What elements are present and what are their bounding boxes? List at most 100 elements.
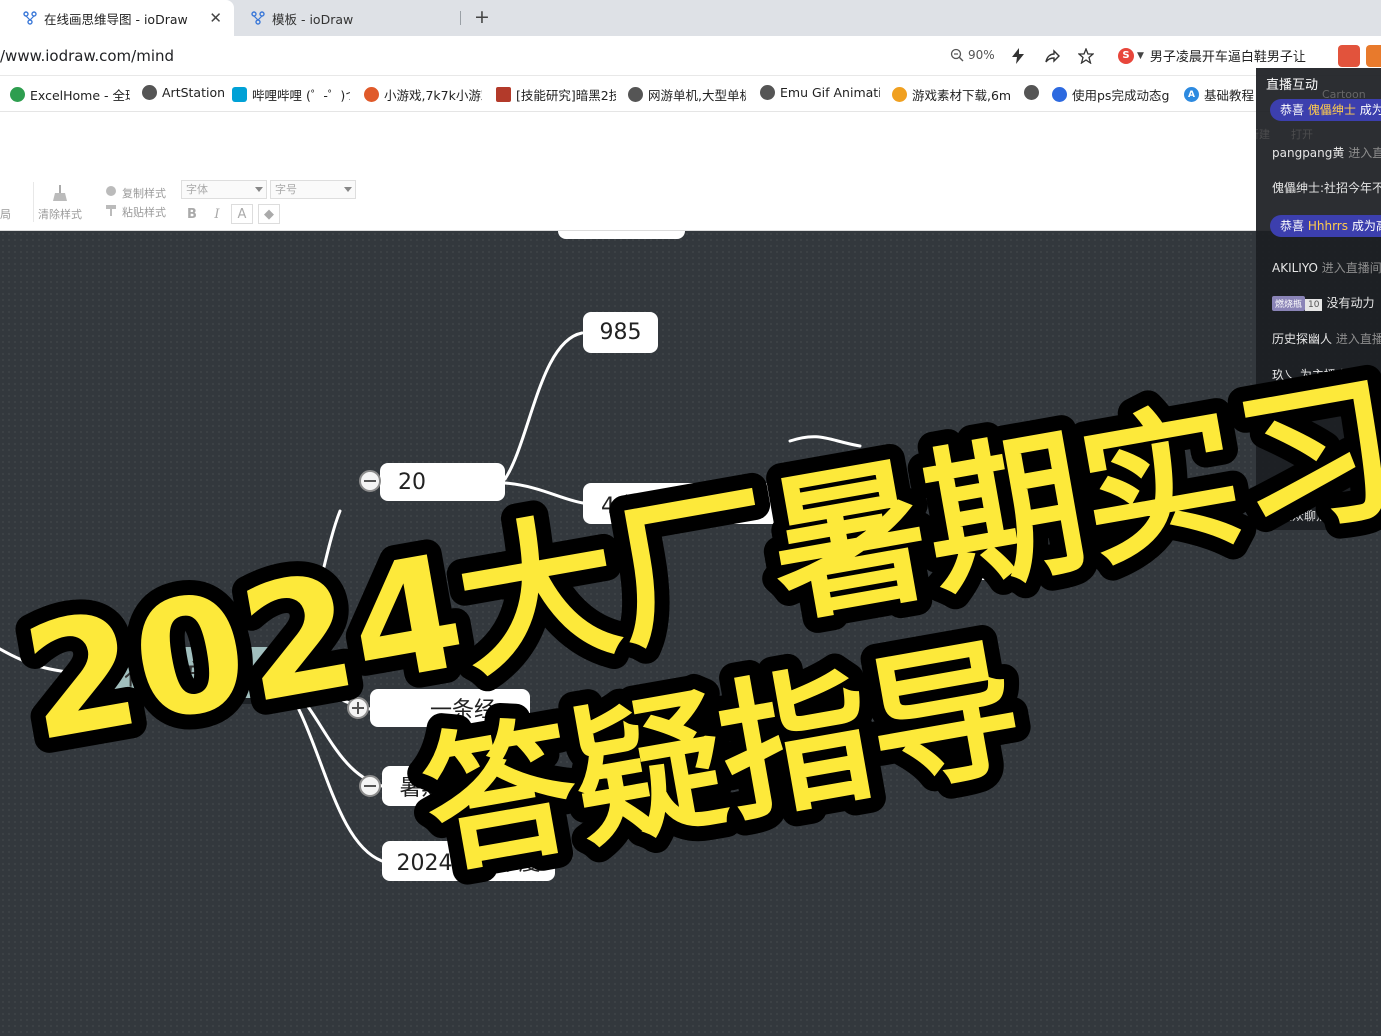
- chat-text: 社招今年不: [1324, 181, 1381, 195]
- zoom-indicator[interactable]: 90%: [950, 48, 995, 62]
- chat-text: 进入直播间: [1337, 404, 1381, 418]
- bookmark-label: 使用ps完成动态gi: [1072, 88, 1170, 103]
- paste-style-button[interactable]: 粘贴样式: [104, 203, 170, 221]
- chat-message: 傀儡绅士:社招今年不: [1272, 179, 1381, 196]
- chat-username: 咯柚好痕: [1272, 440, 1321, 454]
- chat-banner-suffix: 成为高: [1351, 219, 1381, 233]
- chat-banner-prefix: 恭喜: [1280, 103, 1305, 117]
- chat-username: pangpang黄: [1272, 146, 1345, 160]
- bookmark-label: 网游单机,大型单机: [648, 88, 746, 103]
- star-icon[interactable]: [1076, 46, 1096, 66]
- bold-button[interactable]: B: [181, 204, 203, 224]
- mindmap-root-node[interactable]: 社招方面: [86, 647, 274, 698]
- mindmap-node[interactable]: 4个月在: [583, 483, 783, 524]
- mindmap-node[interactable]: 暑期实习: [382, 766, 505, 806]
- search-engine-icon: S: [1118, 47, 1134, 64]
- chat-username: AKILIYO: [1272, 261, 1318, 275]
- toolbar-divider: [33, 182, 34, 222]
- chevron-down-icon: [255, 187, 263, 192]
- tab-label: 在线画思维导图 - ioDraw: [44, 11, 188, 27]
- lightning-icon[interactable]: [1008, 46, 1028, 66]
- font-color-button[interactable]: A: [231, 204, 253, 224]
- mindmap-node[interactable]: 不自信: [1052, 465, 1154, 506]
- bookmark-item[interactable]: A 基础教程: [1184, 85, 1256, 104]
- mindmap-edges: [0, 331, 1054, 863]
- mindmap-node-partial[interactable]: [558, 231, 685, 239]
- chat-input[interactable]: 和观众聊点什么吧 ~: [1256, 500, 1381, 530]
- chat-username: 玖乀: [1272, 368, 1297, 382]
- mindmap-node[interactable]: 大三: [576, 766, 656, 806]
- app-header: [0, 112, 1381, 178]
- mindmap-node[interactable]: 20: [380, 463, 505, 501]
- mindmap-node[interactable]: 2024社招难度: [382, 841, 555, 881]
- share-icon[interactable]: [1042, 46, 1062, 66]
- browser-tab-bar: 在线画思维导图 - ioDraw ✕ 模板 - ioDraw +: [0, 0, 1381, 36]
- bookmark-item[interactable]: ExcelHome - 全球: [10, 85, 130, 104]
- paint-icon: [106, 186, 116, 196]
- tab-label: 模板 - ioDraw: [272, 11, 354, 27]
- font-family-select[interactable]: 字体: [181, 180, 267, 199]
- avatar: [1298, 474, 1315, 491]
- bookmark-label: 基础教程: [1204, 88, 1255, 103]
- bookmark-item[interactable]: [技能研究]暗黑2技: [496, 85, 616, 104]
- mindmap-icon: [250, 10, 266, 26]
- chat-ghost-open: 打开: [1290, 128, 1313, 141]
- mindmap-node[interactable]: 期: [940, 541, 992, 580]
- address-bar: /www.iodraw.com/mind 90% S ▼ 男子凌晨开车逼白鞋男子…: [0, 36, 1381, 76]
- chat-banner-user: 傀儡绅士: [1307, 103, 1356, 117]
- mindmap-node[interactable]: 985: [583, 312, 658, 353]
- bookmarks-bar: ExcelHome - 全球 ArtStation 哔哩哔哩 (゜-゜)つ 小游…: [0, 76, 1381, 112]
- bookmark-item[interactable]: 哔哩哔哩 (゜-゜)つ: [232, 85, 350, 104]
- bookmark-item[interactable]: [1024, 85, 1044, 100]
- mindmap-icon: [22, 10, 38, 26]
- chat-banner-suffix: 成为: [1359, 103, 1381, 117]
- bookmark-item[interactable]: Emu Gif Animatic: [760, 85, 880, 100]
- chat-text: 进入直播间: [1323, 440, 1381, 454]
- news-ticker[interactable]: S ▼ 男子凌晨开车逼白鞋男子让: [1118, 46, 1308, 65]
- bookmark-item[interactable]: 网游单机,大型单机: [628, 85, 746, 104]
- tab-mindmap[interactable]: 在线画思维导图 - ioDraw ✕: [0, 0, 234, 36]
- copy-style-button[interactable]: 复制样式: [104, 184, 170, 202]
- chevron-down-icon: ▼: [1137, 50, 1144, 61]
- chat-text: 进入直播间: [1321, 261, 1381, 275]
- chat-ghost-new: 新建: [1256, 128, 1270, 141]
- font-size-select[interactable]: 字号: [270, 180, 356, 199]
- chat-message: 玖乀 为主播点赞了: [1272, 366, 1372, 383]
- close-icon[interactable]: ✕: [209, 9, 222, 27]
- chat-message: bili8 8看遍增架: [1272, 473, 1371, 491]
- bookmark-item[interactable]: 使用ps完成动态gi: [1052, 85, 1170, 104]
- italic-button[interactable]: I: [206, 204, 228, 224]
- new-tab-button[interactable]: +: [474, 6, 490, 28]
- expand-toggle-icon[interactable]: [347, 697, 369, 719]
- bookmark-item[interactable]: ArtStation: [142, 85, 228, 100]
- extension-icon[interactable]: [1338, 45, 1360, 67]
- collapse-toggle-icon[interactable]: [359, 470, 381, 492]
- game-icon: [496, 87, 511, 102]
- toolbar-cut-label: 局: [0, 208, 11, 221]
- url-field[interactable]: /www.iodraw.com/mind: [0, 47, 174, 65]
- paste-style-label: 粘贴样式: [122, 206, 166, 219]
- chat-gift-banner: 恭喜 Hhhrrs 成为高: [1270, 215, 1381, 237]
- bookmark-item[interactable]: 游戏素材下载,6m5: [892, 85, 1010, 104]
- tab-templates[interactable]: 模板 - ioDraw: [246, 0, 460, 36]
- font-family-placeholder: 字体: [186, 183, 208, 196]
- fill-color-button[interactable]: ◆: [258, 204, 280, 224]
- mindmap-node[interactable]: 一条经: [370, 689, 530, 727]
- chat-message: 咯柚好痕 进入直播间: [1272, 438, 1381, 455]
- bookmark-label: ExcelHome - 全球: [30, 88, 130, 103]
- broom-icon: [53, 185, 67, 201]
- chat-banner-user: Hhhrrs: [1307, 219, 1348, 233]
- globe-icon: [10, 87, 25, 102]
- collapse-toggle-icon[interactable]: [64, 662, 86, 684]
- mindmap-canvas[interactable]: 985 20 4个月在 不自信 期 社招方面 一条经 暑期实习 大三 2024社…: [0, 231, 1381, 1036]
- bookmark-item[interactable]: 小游戏,7k7k小游戏: [364, 85, 482, 104]
- globe-icon: [628, 87, 643, 102]
- clear-style-button[interactable]: 清除样式: [36, 182, 84, 226]
- extension-icon[interactable]: [1366, 45, 1381, 67]
- tab-separator: [460, 11, 461, 25]
- balloon-icon: [364, 87, 379, 102]
- collapse-toggle-icon[interactable]: [359, 775, 381, 797]
- chat-text: 为主播点赞了: [1299, 368, 1372, 382]
- copy-style-label: 复制样式: [122, 187, 166, 200]
- format-toolbar: 局 清除样式 复制样式 粘贴样式 字体 字号 B I A ◆: [0, 178, 1381, 231]
